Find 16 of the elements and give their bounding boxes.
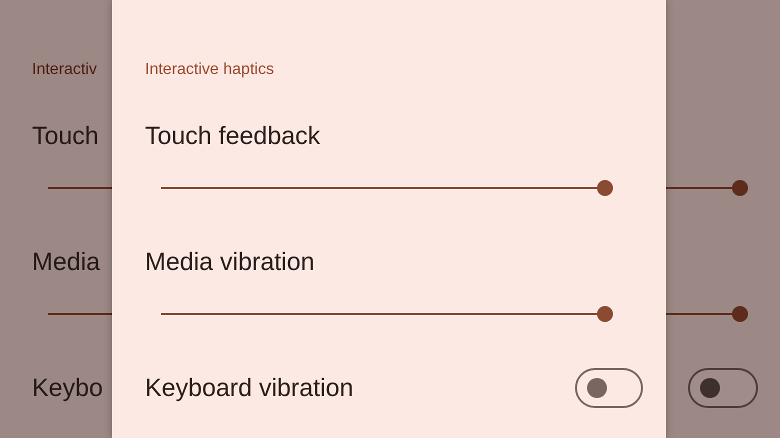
- slider-thumb[interactable]: [732, 180, 748, 196]
- section-header: Interactive haptics: [145, 60, 274, 80]
- toggle-switch[interactable]: [688, 368, 758, 408]
- slider[interactable]: [666, 180, 748, 196]
- setting-label: Keybo: [32, 373, 103, 404]
- section-header: Interactiv: [32, 60, 97, 80]
- slider-thumb[interactable]: [597, 180, 613, 196]
- setting-label: Media: [32, 247, 100, 278]
- setting-label: Touch feedback: [145, 121, 320, 152]
- slider-thumb[interactable]: [732, 306, 748, 322]
- slider[interactable]: [666, 306, 748, 322]
- slider-thumb[interactable]: [597, 306, 613, 322]
- toggle-switch[interactable]: [575, 368, 643, 408]
- setting-label: Touch: [32, 121, 99, 152]
- setting-label: Media vibration: [145, 247, 315, 278]
- setting-label: Keyboard vibration: [145, 373, 354, 404]
